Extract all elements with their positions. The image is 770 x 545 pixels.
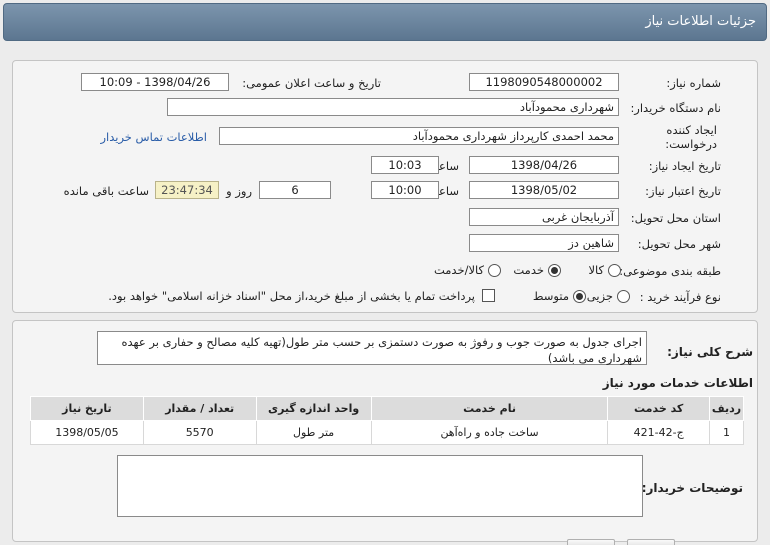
footer-button-right[interactable] — [627, 539, 675, 545]
col-header-unit: واحد اندازه گیری — [255, 396, 372, 421]
remaining-time-field: 23:47:34 — [155, 181, 219, 199]
process-option-medium: متوسط — [532, 289, 569, 303]
table-row: 1 ج-42-421 ساخت جاده و راه‌آهن متر طول 5… — [30, 420, 745, 445]
days-remaining-field: 6 — [259, 181, 331, 199]
category-label: طبقه بندی موضوعی: — [619, 264, 721, 278]
treasury-payment-checkbox[interactable] — [482, 289, 495, 302]
col-header-code: کد خدمت — [607, 396, 710, 421]
col-header-name: نام خدمت — [370, 396, 609, 421]
process-radio-minor[interactable] — [617, 290, 630, 303]
summary-label: شرح کلی نیاز: — [667, 345, 753, 359]
need-number-label: شماره نیاز: — [666, 76, 721, 90]
page-title-bar: جزئیات اطلاعات نیاز — [3, 3, 767, 41]
buyer-field: شهرداری محمودآباد — [167, 98, 619, 116]
category-radio-goods-service[interactable] — [488, 264, 501, 277]
creator-label-line1: ایجاد کننده — [666, 123, 717, 137]
col-header-row: ردیف — [708, 396, 745, 421]
cell-service-name: ساخت جاده و راه‌آهن — [370, 420, 609, 445]
buyer-notes-label: توضیحات خریدار: — [641, 481, 743, 495]
days-label: روز و — [226, 184, 252, 198]
need-number-field: 1198090548000002 — [469, 73, 619, 91]
city-field: شاهین دز — [469, 234, 619, 252]
buyer-contact-link[interactable]: اطلاعات تماس خریدار — [100, 130, 207, 144]
buyer-label: نام دستگاه خریدار: — [630, 101, 721, 115]
remaining-label: ساعت باقی مانده — [63, 184, 149, 198]
category-option-goods: کالا — [588, 263, 604, 277]
cell-quantity: 5570 — [142, 420, 257, 445]
created-date-label: تاریخ ایجاد نیاز: — [648, 159, 721, 173]
validity-date-label: تاریخ اعتبار نیاز: — [645, 184, 721, 198]
process-label: نوع فرآیند خرید : — [639, 290, 721, 304]
services-header-row: ردیف کد خدمت نام خدمت واحد اندازه گیری ت… — [30, 396, 745, 421]
page-title: جزئیات اطلاعات نیاز — [645, 14, 756, 29]
need-details-panel: شماره نیاز: 1198090548000002 تاریخ و ساع… — [12, 60, 758, 313]
province-label: استان محل تحویل: — [630, 211, 721, 225]
process-option-minor: جزیی — [586, 289, 613, 303]
category-radio-service[interactable] — [548, 264, 561, 277]
category-radio-goods[interactable] — [608, 264, 621, 277]
cell-unit: متر طول — [255, 420, 372, 445]
need-summary-panel: شرح کلی نیاز: اجرای جدول به صورت جوب و ر… — [12, 320, 758, 545]
treasury-payment-note: پرداخت تمام یا بخشی از مبلغ خرید،از محل … — [108, 289, 475, 303]
buyer-notes-field — [117, 455, 643, 517]
services-section-title: اطلاعات خدمات مورد نیاز — [602, 376, 753, 390]
cell-need-date: 1398/05/05 — [30, 420, 144, 445]
col-header-quantity: تعداد / مقدار — [142, 396, 257, 421]
announce-field: 1398/04/26 - 10:09 — [81, 73, 229, 91]
created-time-field: 10:03 — [371, 156, 439, 174]
category-option-goods-service: کالا/خدمت — [433, 263, 484, 277]
created-date-field: 1398/04/26 — [469, 156, 619, 174]
category-option-service: خدمت — [513, 263, 544, 277]
validity-time-field: 10:00 — [371, 181, 439, 199]
col-header-date: تاریخ نیاز — [30, 396, 144, 421]
cell-service-code: ج-42-421 — [607, 420, 710, 445]
services-table: ردیف کد خدمت نام خدمت واحد اندازه گیری ت… — [30, 396, 745, 445]
announce-label: تاریخ و ساعت اعلان عمومی: — [242, 76, 381, 90]
creator-label-line2: درخواست: — [665, 137, 717, 151]
footer-button-left[interactable] — [567, 539, 615, 545]
summary-text: اجرای جدول به صورت جوب و رفوژ به صورت دس… — [97, 331, 647, 365]
creator-field: محمد احمدی کارپرداز شهرداری محمودآباد — [219, 127, 619, 145]
cell-row-number: 1 — [708, 420, 745, 445]
province-field: آذربایجان غربی — [469, 208, 619, 226]
process-radio-medium[interactable] — [573, 290, 586, 303]
validity-date-field: 1398/05/02 — [469, 181, 619, 199]
city-label: شهر محل تحویل: — [637, 237, 721, 251]
